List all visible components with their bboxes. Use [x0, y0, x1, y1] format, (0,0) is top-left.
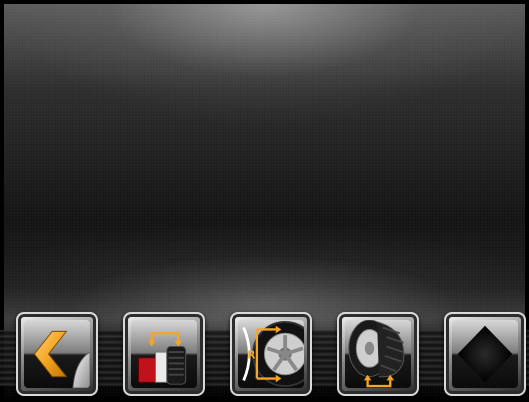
- blank-button[interactable]: [444, 312, 526, 396]
- wheel-clamp-button-face: [131, 320, 197, 388]
- rim-radius-icon: R: [242, 321, 304, 387]
- blank-button-face: [452, 320, 518, 388]
- wheel-clamp-icon: [138, 332, 187, 385]
- back-button[interactable]: [16, 312, 98, 396]
- tire-width-button-face: [345, 320, 411, 388]
- rim-radius-label: R: [247, 350, 255, 362]
- blank-icon: [457, 325, 513, 383]
- rim-radius-button[interactable]: R: [230, 312, 312, 396]
- back-arrow-icon: [33, 330, 90, 388]
- wheel-clamp-button[interactable]: [123, 312, 205, 396]
- back-button-face: [24, 320, 90, 388]
- rim-radius-button-face: R: [238, 320, 304, 388]
- tire-width-button[interactable]: [337, 312, 419, 396]
- screen: R: [0, 0, 529, 402]
- tire-width-icon: [348, 320, 405, 388]
- bottom-toolbar: R: [0, 312, 529, 398]
